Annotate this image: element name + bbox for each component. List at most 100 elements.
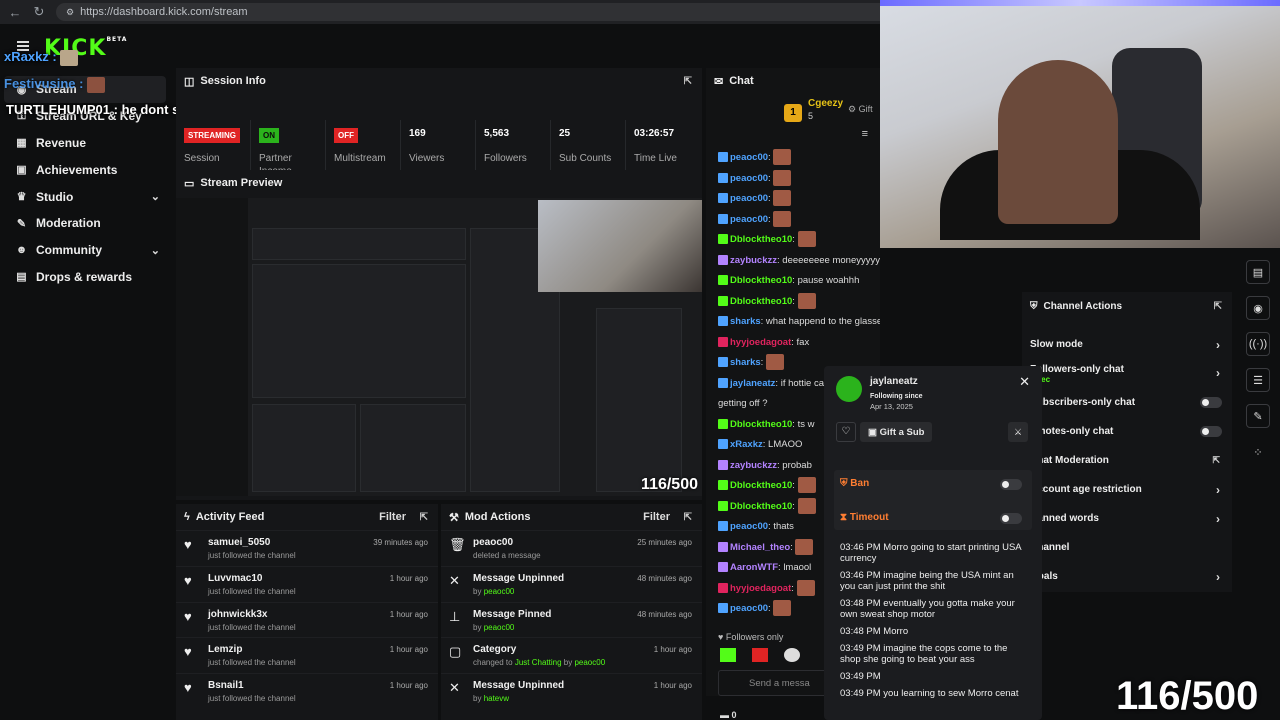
chat-text: pause woahhh	[797, 275, 860, 286]
gavel-icon: ⚒	[449, 511, 459, 524]
mod-action-category[interactable]: Just Chatting	[515, 658, 562, 667]
status-badge: STREAMING	[184, 128, 240, 143]
action-emotes-only[interactable]: Emotes-only chat	[1022, 417, 1232, 446]
chat-username[interactable]: zaybuckzz	[730, 255, 777, 266]
chat-username[interactable]: hyyjoedagoat	[730, 337, 791, 348]
apps-icon[interactable]: ⁘	[1246, 440, 1270, 464]
chat-username[interactable]: zaybuckzz	[730, 460, 777, 471]
action-goals[interactable]: Goals ›	[1022, 562, 1232, 591]
chat-username[interactable]: sharks	[730, 357, 761, 368]
action-channel[interactable]: Channel	[1022, 533, 1232, 562]
ban-toggle[interactable]	[1000, 479, 1022, 490]
stream-preview-video[interactable]: 116/500	[176, 198, 702, 496]
action-chat-moderation[interactable]: Chat Moderation ⇱	[1022, 446, 1232, 475]
filter-button[interactable]: Filter	[643, 511, 670, 523]
heart-button[interactable]: ♡	[836, 422, 856, 442]
emote-icon[interactable]	[784, 648, 800, 662]
popup-username[interactable]: jaylaneatz	[870, 376, 918, 387]
sidebar-item-drops-rewards[interactable]: ▤ Drops & rewards	[0, 264, 170, 291]
chevron-down-icon: ⌄	[150, 244, 160, 257]
sidebar-item-achievements[interactable]: ▣ Achievements	[0, 156, 170, 183]
chat-username[interactable]: Dblocktheo10	[730, 275, 792, 286]
chevron-down-icon: ⌄	[150, 191, 160, 204]
overlay-chat-line: Festivusine :	[4, 76, 106, 93]
mod-tools-icon[interactable]: ⚔	[1008, 422, 1028, 442]
chat-username[interactable]: jaylaneatz	[730, 378, 775, 389]
chat-username[interactable]: AaronWTF	[730, 562, 778, 573]
chat-username[interactable]: Dblocktheo10	[730, 501, 792, 512]
chat-username[interactable]: sharks	[730, 316, 761, 327]
chat-username[interactable]: Michael_theo	[730, 542, 790, 553]
action-slow-mode[interactable]: Slow mode ›	[1022, 330, 1232, 359]
activity-sub: just followed the channel	[208, 694, 296, 704]
chat-username[interactable]: Dblocktheo10	[730, 234, 792, 245]
popout-icon[interactable]: ⇱	[684, 512, 692, 523]
timeout-row[interactable]: ⧗ Timeout	[840, 512, 889, 523]
filter-button[interactable]: Filter	[379, 511, 406, 523]
chat-username[interactable]: xRaxkz	[730, 439, 763, 450]
mod-action-user[interactable]: hatevw	[484, 694, 509, 703]
close-icon[interactable]: ✕	[1019, 374, 1030, 390]
back-icon[interactable]: ←	[8, 5, 22, 20]
rank-badge: 1	[784, 104, 802, 122]
sidebar-item-label: Moderation	[36, 216, 101, 231]
chat-username[interactable]: Dblocktheo10	[730, 419, 792, 430]
chat-username[interactable]: Dblocktheo10	[730, 480, 792, 491]
action-followers-only[interactable]: Followers-only chat1 sec›	[1022, 359, 1232, 388]
sidebar-item-community[interactable]: ☻ Community ⌄	[0, 237, 170, 264]
gifter-name[interactable]: Cgeezy	[808, 98, 843, 109]
emote-image	[797, 231, 816, 248]
chat-username[interactable]: hyyjoedagoat	[730, 583, 791, 594]
chat-username[interactable]: Dblocktheo10	[730, 296, 792, 307]
site-info-icon[interactable]: ⚙	[66, 7, 74, 18]
broadcast-icon[interactable]: ((·))	[1246, 332, 1270, 356]
chat-username[interactable]: peaoc00	[730, 603, 768, 614]
preview-mini-panel	[252, 228, 466, 260]
sidebar-item-studio[interactable]: ♛ Studio ⌄	[0, 183, 170, 210]
emote-icon[interactable]	[720, 648, 736, 662]
toggle-switch[interactable]	[1200, 397, 1222, 408]
mod-action-user[interactable]: peaoc00	[484, 623, 515, 632]
sidebar-item-moderation[interactable]: ✎ Moderation	[0, 210, 170, 237]
action-account-age[interactable]: Account age restriction ›	[1022, 475, 1232, 504]
sidebar-item-revenue[interactable]: ▦ Revenue	[0, 130, 170, 157]
mod-action-user[interactable]: peaoc00	[484, 587, 515, 596]
toggle-switch[interactable]	[1200, 426, 1222, 437]
gift-sub-button[interactable]: ▣ Gift a Sub	[860, 422, 932, 442]
popout-icon[interactable]: ⇱	[420, 512, 428, 523]
chat-message: Dblocktheo10:	[706, 230, 880, 251]
chat-username[interactable]: peaoc00	[730, 173, 768, 184]
emote-icon[interactable]	[752, 648, 768, 662]
mod-action-name: Message Unpinned	[473, 680, 565, 692]
action-subscribers-only[interactable]: Subscribers-only chat	[1022, 388, 1232, 417]
overlay-counter: 116/500	[1116, 674, 1259, 718]
chat-colon: :	[792, 480, 798, 491]
chat-text: thats	[773, 521, 794, 532]
panel-title: Stream Preview	[200, 177, 283, 189]
chat-bubble-icon[interactable]: ◉	[1246, 296, 1270, 320]
ban-row[interactable]: ⛨ Ban	[840, 478, 869, 489]
chat-username[interactable]: peaoc00	[730, 214, 768, 225]
action-banned-words[interactable]: Banned words ›	[1022, 504, 1232, 533]
gift-label[interactable]: ⚙ Gift	[848, 104, 873, 115]
wrench-icon[interactable]: ✎	[1246, 404, 1270, 428]
chevron-right-icon: ›	[1216, 482, 1220, 497]
chat-username[interactable]: peaoc00	[730, 152, 768, 163]
list-icon[interactable]: ☰	[1246, 368, 1270, 392]
chat-username[interactable]: peaoc00	[730, 193, 768, 204]
notes-icon[interactable]: ▤	[1246, 260, 1270, 284]
action-label: Emotes-only chat	[1030, 426, 1114, 437]
popout-icon[interactable]: ⇱	[1214, 301, 1222, 312]
user-badge-icon	[718, 193, 728, 204]
activity-feed-header: ϟ Activity Feed Filter ⇱	[176, 504, 438, 530]
chevron-right-icon: ›	[1216, 511, 1220, 526]
user-badge-icon	[718, 213, 728, 224]
mod-action-sub: by	[473, 694, 482, 704]
timeout-toggle[interactable]	[1000, 513, 1022, 524]
mod-action-user[interactable]: peaoc00	[574, 658, 605, 667]
chat-username[interactable]: peaoc00	[730, 521, 768, 532]
mod-action-name: Message Pinned	[473, 608, 552, 620]
reload-icon[interactable]: ↻	[32, 4, 46, 20]
popout-icon[interactable]: ⇱	[684, 76, 692, 87]
chat-filter-icon[interactable]: ≡	[706, 128, 880, 148]
